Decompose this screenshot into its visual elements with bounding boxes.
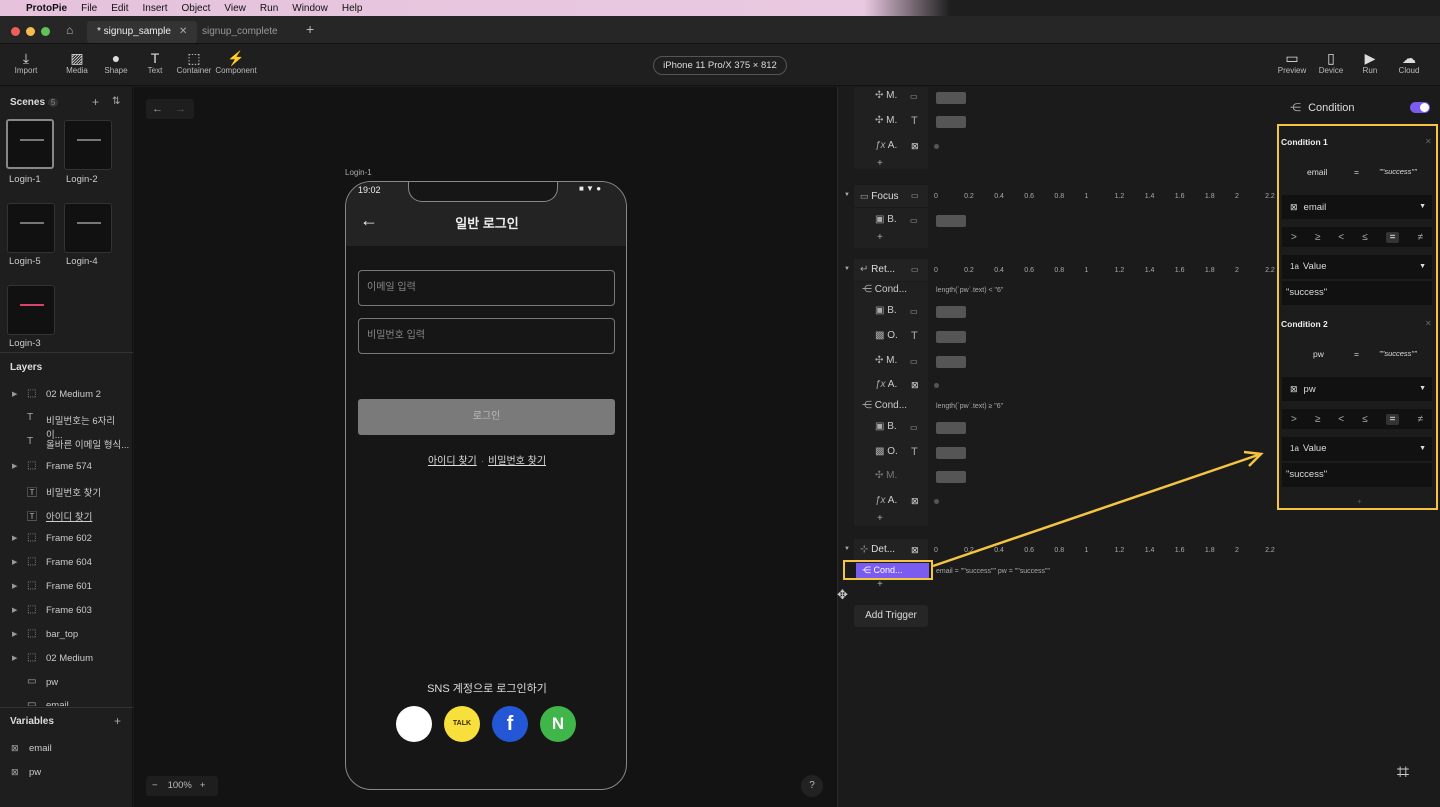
remove-condition-icon[interactable]: ✕	[1425, 319, 1432, 328]
summary-op: =	[1354, 167, 1359, 177]
summary-left: pw	[1313, 349, 1324, 359]
operator-group: > ≥ < ≤ = ≠	[1282, 227, 1432, 247]
scan-text-icon[interactable]: ⌗	[1378, 752, 1428, 792]
op-eq[interactable]: =	[1385, 413, 1400, 425]
value-type: Value	[1302, 443, 1327, 454]
variable-select[interactable]: ⊠ email ▼	[1282, 195, 1432, 219]
op-gt[interactable]: >	[1291, 414, 1297, 425]
variable-select[interactable]: ⊠ pw ▼	[1282, 377, 1432, 401]
op-gte[interactable]: ≥	[1315, 414, 1321, 425]
chevron-down-icon: ▼	[1419, 385, 1426, 392]
condition-icon: ⋲	[1290, 102, 1301, 114]
variable-select-value: email	[1303, 202, 1327, 213]
conditions-box: Condition 1 ✕ email = ""success"" ⊠ email ▼ …	[1277, 124, 1438, 510]
condition-header-text: Condition	[1308, 102, 1355, 114]
add-condition-icon[interactable]: +	[1357, 497, 1362, 506]
remove-condition-icon[interactable]: ✕	[1425, 137, 1432, 146]
summary-right: ""success""	[1379, 167, 1417, 176]
op-neq[interactable]: ≠	[1417, 414, 1423, 425]
op-eq[interactable]: =	[1385, 231, 1400, 243]
chevron-down-icon: ▼	[1419, 203, 1426, 210]
chevron-down-icon: ▼	[1419, 445, 1426, 452]
chevron-down-icon: ▼	[1419, 263, 1426, 270]
op-gt[interactable]: >	[1291, 232, 1297, 243]
annotation-arrow	[932, 450, 1264, 568]
condition-header: ⋲ Condition	[1290, 101, 1355, 114]
op-lte[interactable]: ≤	[1362, 414, 1368, 425]
value-type-select[interactable]: 1a Value ▼	[1282, 255, 1432, 279]
summary-right: ""success""	[1379, 349, 1417, 358]
variable-select-value: pw	[1303, 384, 1316, 395]
op-neq[interactable]: ≠	[1417, 232, 1423, 243]
summary-left: email	[1307, 167, 1328, 177]
type-icon: 1a	[1290, 444, 1299, 453]
condition-summary[interactable]: pw = ""success""	[1282, 342, 1432, 366]
condition-summary[interactable]: email = ""success""	[1282, 160, 1432, 184]
value-input[interactable]: "success"	[1282, 463, 1432, 487]
condition-title: Condition 1	[1281, 137, 1328, 147]
value-type-select[interactable]: 1a Value ▼	[1282, 437, 1432, 461]
op-lte[interactable]: ≤	[1362, 232, 1368, 243]
variable-icon: ⊠	[1290, 384, 1298, 394]
value-input[interactable]: "success"	[1282, 281, 1432, 305]
op-gte[interactable]: ≥	[1315, 232, 1321, 243]
summary-op: =	[1354, 349, 1359, 359]
variable-icon: ⊠	[1290, 202, 1298, 212]
condition-toggle[interactable]	[1410, 102, 1430, 113]
condition-title: Condition 2	[1281, 319, 1328, 329]
op-lt[interactable]: <	[1338, 232, 1344, 243]
operator-group: > ≥ < ≤ = ≠	[1282, 409, 1432, 429]
value-type: Value	[1302, 261, 1327, 272]
op-lt[interactable]: <	[1338, 414, 1344, 425]
type-icon: 1a	[1290, 262, 1299, 271]
